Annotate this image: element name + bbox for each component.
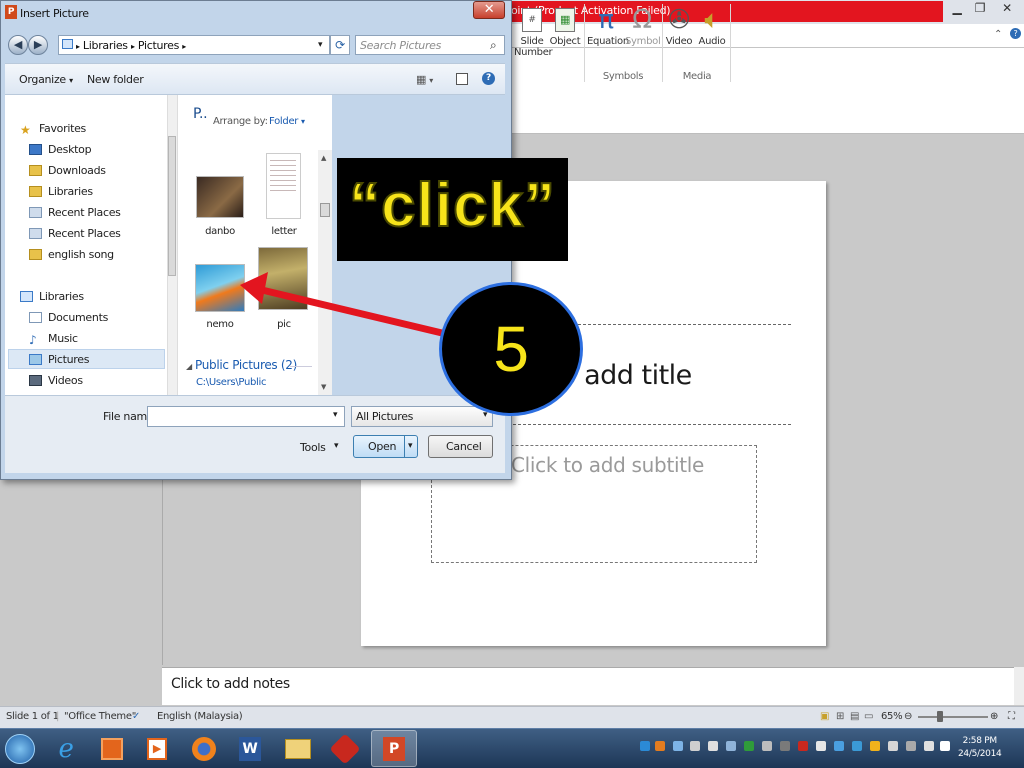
taskbar-firefox[interactable]: [182, 731, 226, 767]
tray-app-icon[interactable]: [852, 741, 862, 751]
tray-app-icon[interactable]: [798, 741, 808, 751]
tray-app-icon[interactable]: [744, 741, 754, 751]
internet-explorer-icon: e: [58, 734, 74, 764]
arrow-head: [240, 272, 268, 304]
tray-app-icon[interactable]: [690, 741, 700, 751]
tray-app-icon[interactable]: [780, 741, 790, 751]
arrow-shaft: [261, 286, 443, 337]
tray-app-icon[interactable]: [870, 741, 880, 751]
office-icon: [101, 738, 123, 760]
step-number: 5: [493, 313, 529, 385]
taskbar-word[interactable]: W: [228, 731, 272, 767]
powerpoint-icon: P: [383, 737, 405, 761]
tray-app-icon[interactable]: [762, 741, 772, 751]
taskbar-media-player[interactable]: ▶: [135, 731, 179, 767]
media-player-icon: ▶: [147, 738, 167, 760]
tray-app-icon[interactable]: [726, 741, 736, 751]
tray-app-icon[interactable]: [673, 741, 683, 751]
tray-app-icon[interactable]: [816, 741, 826, 751]
red-app-icon: [329, 733, 361, 765]
clock-time: 2:58 PM: [962, 736, 997, 746]
firefox-icon: [192, 737, 216, 761]
volume-icon[interactable]: [708, 741, 718, 751]
tray-app-icon[interactable]: [834, 741, 844, 751]
network-icon[interactable]: [906, 741, 916, 751]
start-button[interactable]: [0, 731, 42, 767]
tray-app-icon[interactable]: [940, 741, 950, 751]
taskbar-explorer[interactable]: [276, 731, 320, 767]
start-orb-icon: [5, 734, 35, 764]
tray-app-icon[interactable]: [924, 741, 934, 751]
bluetooth-icon[interactable]: [640, 741, 650, 751]
tray-app-icon[interactable]: [655, 741, 665, 751]
word-icon: W: [239, 737, 261, 761]
taskbar-ie[interactable]: e: [44, 731, 88, 767]
clock-date: 24/5/2014: [958, 749, 1002, 759]
taskbar-red-app[interactable]: [323, 731, 367, 767]
system-clock[interactable]: 2:58 PM 24/5/2014: [958, 735, 1002, 761]
taskbar-office[interactable]: [90, 731, 134, 767]
tray-app-icon[interactable]: [888, 741, 898, 751]
explorer-folder-icon: [285, 739, 311, 759]
taskbar-powerpoint[interactable]: P: [372, 731, 416, 767]
